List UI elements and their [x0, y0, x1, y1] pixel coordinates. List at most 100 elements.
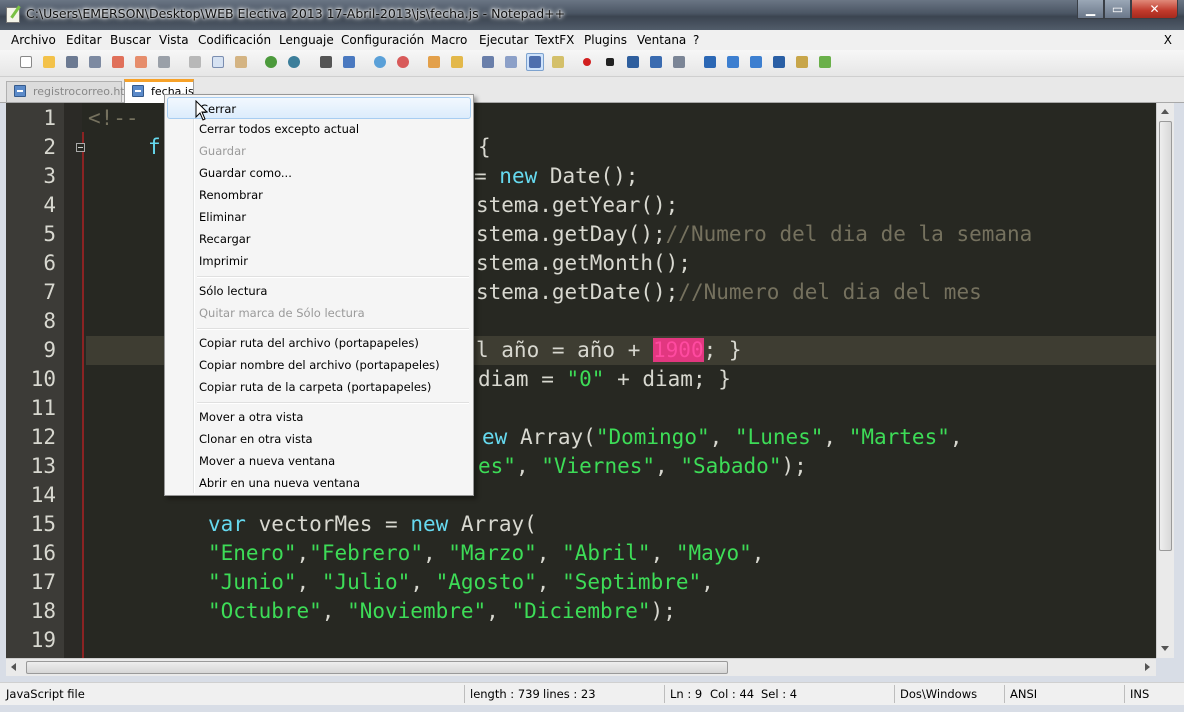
- minimize-button[interactable]: ▁: [1077, 0, 1104, 19]
- menu-item-mover-otra-vista[interactable]: Mover a otra vista: [199, 410, 303, 424]
- horizontal-scrollbar[interactable]: [6, 658, 1156, 676]
- close-all-icon[interactable]: [132, 53, 150, 71]
- horizontal-scroll-thumb[interactable]: [26, 661, 728, 674]
- menu-help[interactable]: ?: [693, 33, 699, 47]
- menu-lenguaje[interactable]: Lenguaje: [279, 33, 334, 47]
- fold-collapse-icon[interactable]: [76, 143, 85, 152]
- save-macro-icon[interactable]: [670, 53, 688, 71]
- line-number: 4: [43, 193, 56, 217]
- copy-icon[interactable]: [209, 53, 227, 71]
- menu-item-cerrar[interactable]: Cerrar: [167, 97, 471, 119]
- new-file-icon[interactable]: [17, 53, 35, 71]
- code-line-18: "Octubre", "Noviembre", "Diciembre");: [208, 597, 676, 626]
- menu-item-mover-nueva-ventana[interactable]: Mover a nueva ventana: [199, 454, 335, 468]
- word-wrap-icon[interactable]: [479, 53, 497, 71]
- menu-codificacion[interactable]: Codificación: [198, 33, 271, 47]
- menu-item-abrir-nueva-ventana[interactable]: Abrir en una nueva ventana: [199, 476, 360, 490]
- open-file-icon[interactable]: [40, 53, 58, 71]
- save-all-icon[interactable]: [86, 53, 104, 71]
- code-text: ,: [709, 425, 735, 449]
- menu-buscar[interactable]: Buscar: [110, 33, 151, 47]
- menu-item-solo-lectura[interactable]: Sólo lectura: [199, 284, 267, 298]
- menu-item-eliminar[interactable]: Eliminar: [199, 210, 246, 224]
- textfx-sort-icon[interactable]: [701, 53, 719, 71]
- menu-item-clonar-otra-vista[interactable]: Clonar en otra vista: [199, 432, 313, 446]
- menu-item-copiar-ruta-archivo[interactable]: Copiar ruta del archivo (portapapeles): [199, 336, 419, 350]
- vertical-scrollbar[interactable]: [1156, 103, 1174, 658]
- stop-macro-icon[interactable]: [601, 53, 619, 71]
- arrow-down-icon[interactable]: [747, 53, 765, 71]
- play-multiple-macro-icon[interactable]: [647, 53, 665, 71]
- line-number: 13: [30, 454, 56, 478]
- menu-item-cerrar-todos-excepto[interactable]: Cerrar todos excepto actual: [199, 122, 359, 136]
- menu-archivo[interactable]: Archivo: [11, 33, 56, 47]
- menu-item-imprimir[interactable]: Imprimir: [199, 254, 248, 268]
- vertical-scroll-thumb[interactable]: [1159, 121, 1172, 551]
- code-text: ,: [751, 541, 765, 565]
- code-line-12: ew Array("Domingo", "Lunes", "Martes",: [482, 423, 963, 452]
- sync-vertical-icon[interactable]: [425, 53, 443, 71]
- spell-check-icon[interactable]: [816, 53, 834, 71]
- fold-line: [82, 132, 84, 658]
- line-number: 10: [30, 367, 56, 391]
- show-all-chars-icon[interactable]: [502, 53, 520, 71]
- code-line-1: <!--: [88, 104, 139, 133]
- menu-ventana[interactable]: Ventana: [637, 33, 686, 47]
- menu-macro[interactable]: Macro: [431, 33, 467, 47]
- user-language-icon[interactable]: [549, 53, 567, 71]
- close-document-button[interactable]: X: [1164, 33, 1172, 47]
- save-icon[interactable]: [63, 53, 81, 71]
- menu-ejecutar[interactable]: Ejecutar: [479, 33, 529, 47]
- tab-registrocorreo[interactable]: registrocorreo.html: [6, 81, 138, 102]
- code-text: );: [781, 454, 807, 478]
- menu-vista[interactable]: Vista: [159, 33, 189, 47]
- code-text: ; }: [703, 338, 742, 362]
- undo-icon[interactable]: [262, 53, 280, 71]
- menu-item-guardar-como[interactable]: Guardar como...: [199, 166, 292, 180]
- textfx-tools-icon[interactable]: [793, 53, 811, 71]
- code-text: ,: [296, 570, 322, 594]
- line-number: 18: [30, 599, 56, 623]
- close-file-icon[interactable]: [109, 53, 127, 71]
- scroll-up-arrow-icon[interactable]: [1161, 109, 1169, 114]
- cut-icon[interactable]: [186, 53, 204, 71]
- record-macro-icon[interactable]: [578, 53, 596, 71]
- line-number: 1: [43, 106, 56, 130]
- zoom-out-icon[interactable]: [394, 53, 412, 71]
- find-icon[interactable]: [317, 53, 335, 71]
- menu-configuracion[interactable]: Configuración: [341, 33, 424, 47]
- arrow-up-icon[interactable]: [724, 53, 742, 71]
- code-string: "Octubre": [208, 599, 322, 623]
- menu-textfx[interactable]: TextFX: [535, 33, 574, 47]
- line-number: 9: [43, 338, 56, 362]
- print-icon[interactable]: [155, 53, 173, 71]
- sync-horizontal-icon[interactable]: [448, 53, 466, 71]
- code-text: stema.getMonth();: [476, 251, 691, 275]
- indent-guide-icon[interactable]: [526, 53, 544, 71]
- textfx-align-icon[interactable]: [770, 53, 788, 71]
- menu-bar: Archivo Editar Buscar Vista Codificación…: [0, 30, 1184, 50]
- code-string: "Julio": [321, 570, 411, 594]
- menu-item-quitar-solo-lectura: Quitar marca de Sólo lectura: [199, 306, 365, 320]
- code-string: "Diciembre": [511, 599, 651, 623]
- paste-icon[interactable]: [232, 53, 250, 71]
- zoom-in-icon[interactable]: [371, 53, 389, 71]
- menu-item-recargar[interactable]: Recargar: [199, 232, 251, 246]
- menu-item-copiar-ruta-carpeta[interactable]: Copiar ruta de la carpeta (portapapeles): [199, 380, 431, 394]
- scroll-left-arrow-icon[interactable]: [11, 663, 16, 671]
- redo-icon[interactable]: [285, 53, 303, 71]
- close-button[interactable]: ✕: [1131, 0, 1178, 19]
- scroll-right-arrow-icon[interactable]: [1145, 663, 1150, 671]
- menu-item-copiar-nombre-archivo[interactable]: Copiar nombre del archivo (portapapeles): [199, 358, 440, 372]
- menu-plugins[interactable]: Plugins: [584, 33, 627, 47]
- replace-icon[interactable]: [340, 53, 358, 71]
- code-text: stema.getDay();: [476, 222, 666, 246]
- menu-item-renombrar[interactable]: Renombrar: [199, 188, 263, 202]
- line-number: 6: [43, 251, 56, 275]
- code-keyword: f: [148, 135, 161, 159]
- scroll-down-arrow-icon[interactable]: [1161, 646, 1169, 651]
- maximize-button[interactable]: ▭: [1104, 0, 1131, 19]
- play-macro-icon[interactable]: [624, 53, 642, 71]
- menu-editar[interactable]: Editar: [66, 33, 102, 47]
- file-tab-icon: [132, 85, 144, 97]
